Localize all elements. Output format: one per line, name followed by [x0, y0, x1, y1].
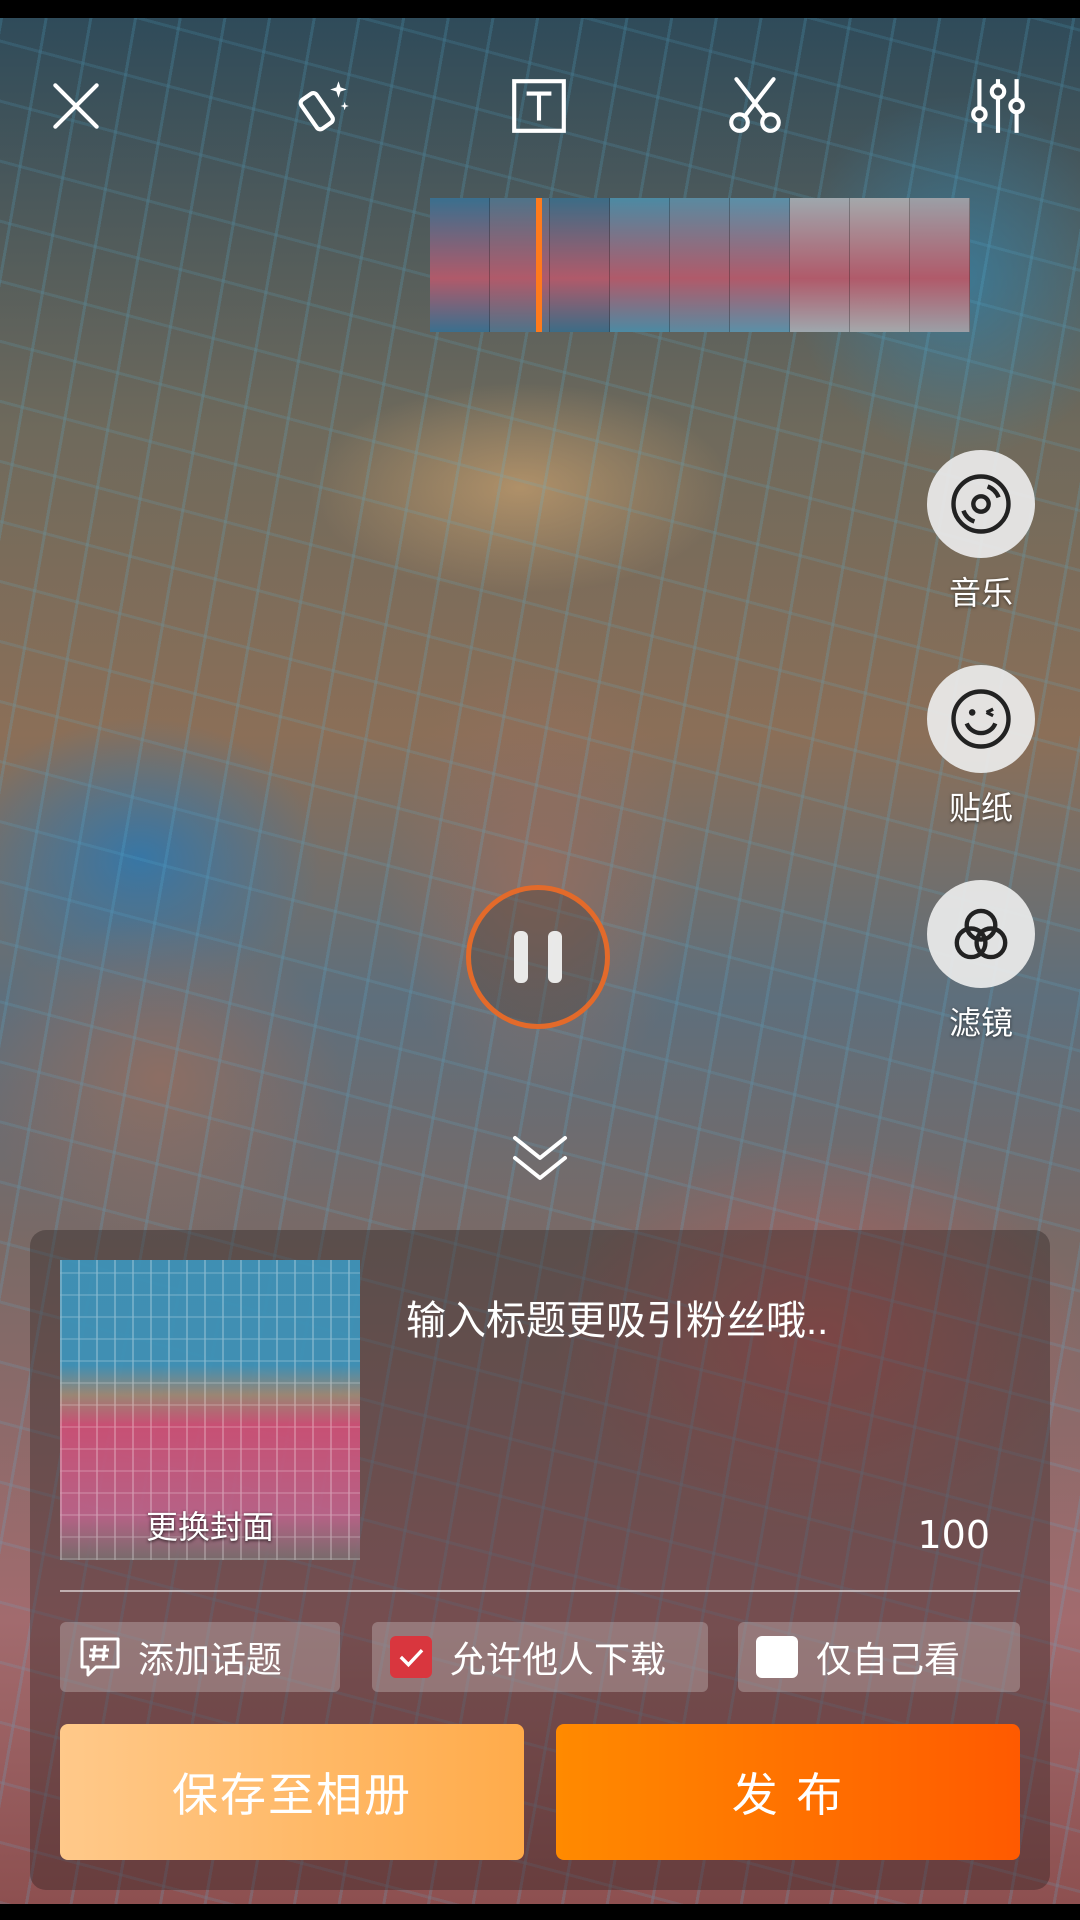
music-disc-icon: [927, 450, 1035, 558]
sticker-button[interactable]: 贴纸: [926, 665, 1036, 829]
pause-icon: [514, 931, 528, 983]
cut-button[interactable]: [717, 68, 793, 144]
pause-button[interactable]: [466, 885, 610, 1029]
sticker-label: 贴纸: [948, 789, 1013, 827]
save-to-album-button[interactable]: 保存至相册: [60, 1724, 524, 1860]
timeline-frame[interactable]: [790, 198, 850, 332]
private-label: 仅自己看: [816, 1640, 961, 1681]
divider: [60, 1590, 1020, 1592]
filter-circles-icon: [927, 880, 1035, 988]
private-checkbox[interactable]: [756, 1636, 798, 1678]
timeline-playhead[interactable]: [536, 198, 542, 332]
private-toggle[interactable]: 仅自己看: [738, 1622, 1020, 1692]
text-icon: [512, 79, 566, 133]
adjust-button[interactable]: [960, 68, 1036, 144]
magic-button[interactable]: [286, 68, 362, 144]
publish-button[interactable]: 发 布: [556, 1724, 1020, 1860]
timeline-strip[interactable]: [430, 198, 970, 332]
timeline-frame[interactable]: [430, 198, 490, 332]
hashtag-bubble-icon: [80, 1637, 120, 1677]
add-topic-button[interactable]: 添加话题: [60, 1622, 340, 1692]
filter-label: 滤镜: [948, 1004, 1013, 1042]
scissors-icon: [729, 77, 781, 133]
timeline-frame[interactable]: [550, 198, 610, 332]
allow-download-checkbox[interactable]: [390, 1636, 432, 1678]
check-icon: [399, 1649, 424, 1668]
nav-strip: [0, 1904, 1080, 1920]
timeline-frame[interactable]: [850, 198, 910, 332]
timeline-frame[interactable]: [610, 198, 670, 332]
sticker-smile-icon: [927, 665, 1035, 773]
char-counter: 100: [917, 1513, 990, 1557]
music-button[interactable]: 音乐: [926, 450, 1036, 614]
title-input[interactable]: [404, 1298, 1008, 1345]
allow-download-toggle[interactable]: 允许他人下载: [372, 1622, 708, 1692]
timeline-frame[interactable]: [910, 198, 970, 332]
timeline-frame[interactable]: [670, 198, 730, 332]
adjust-sliders-icon: [971, 79, 1025, 133]
close-button[interactable]: [38, 68, 114, 144]
status-strip: [0, 0, 1080, 18]
text-button[interactable]: [501, 68, 577, 144]
collapse-chevron-icon[interactable]: [505, 1130, 575, 1190]
magic-wand-icon: [298, 81, 349, 132]
cover-picker[interactable]: 更换封面: [60, 1260, 360, 1560]
music-label: 音乐: [948, 574, 1013, 612]
close-icon: [53, 83, 99, 129]
allow-download-label: 允许他人下载: [450, 1640, 667, 1681]
timeline-frame[interactable]: [730, 198, 790, 332]
add-topic-label: 添加话题: [138, 1640, 283, 1681]
cover-label: 更换封面: [145, 1508, 274, 1546]
pause-icon-bar: [548, 931, 562, 983]
filter-button[interactable]: 滤镜: [926, 880, 1036, 1044]
